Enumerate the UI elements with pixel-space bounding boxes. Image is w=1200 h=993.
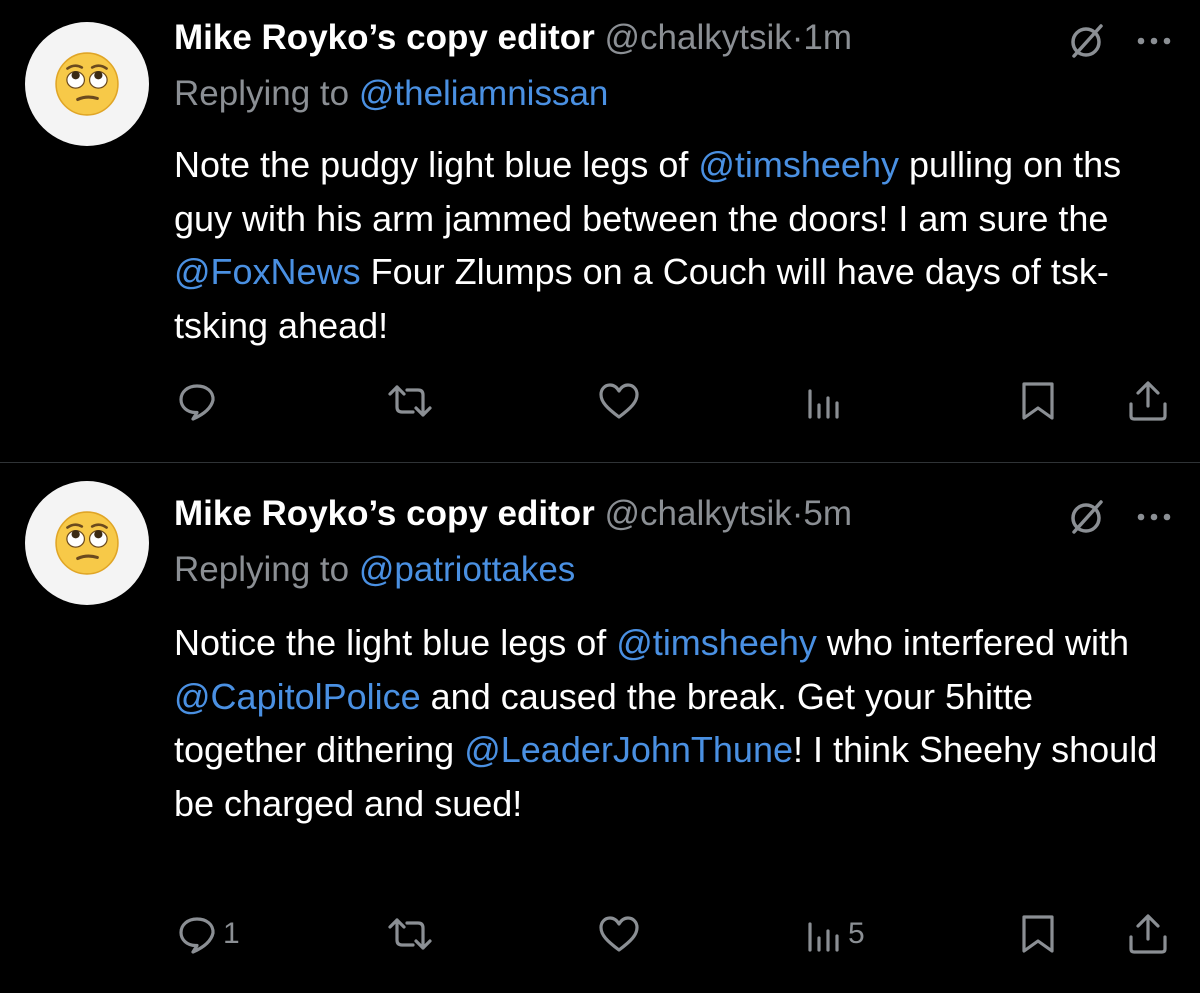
repost-button[interactable] bbox=[386, 912, 440, 956]
reply-icon bbox=[179, 917, 215, 954]
replying-to-line: Replying to @theliamnissan bbox=[174, 72, 608, 116]
face-with-rolling-eyes-emoji bbox=[55, 511, 119, 575]
reply-icon bbox=[179, 384, 215, 421]
bookmark-icon bbox=[1022, 915, 1054, 953]
tweet-actions bbox=[0, 379, 1200, 423]
separator-dot: · bbox=[791, 494, 804, 533]
repost-icon bbox=[388, 918, 432, 950]
views-icon bbox=[808, 389, 839, 419]
tweet-text-segment: Notice the light blue legs of bbox=[174, 622, 617, 663]
avatar[interactable] bbox=[25, 481, 149, 605]
mention-link[interactable]: @timsheehy bbox=[698, 144, 899, 185]
share-icon bbox=[1129, 914, 1167, 954]
tweet-top-icons bbox=[1068, 498, 1172, 536]
tweet-text: Notice the light blue legs of @timsheehy… bbox=[174, 616, 1174, 830]
replying-to-mention[interactable]: @theliamnissan bbox=[359, 74, 609, 113]
timestamp[interactable]: 5m bbox=[803, 494, 852, 533]
views-button[interactable]: 5 bbox=[806, 912, 865, 956]
repost-button[interactable] bbox=[386, 379, 440, 423]
repost-icon bbox=[388, 385, 432, 417]
replying-to-label: Replying to bbox=[174, 550, 350, 589]
view-count: 5 bbox=[848, 917, 865, 950]
separator-dot: · bbox=[791, 18, 804, 57]
replying-to-label: Replying to bbox=[174, 74, 350, 113]
tweet-text: Note the pudgy light blue legs of @timsh… bbox=[174, 138, 1174, 352]
tweet-header: Mike Royko’s copy editor @chalkytsik·1m bbox=[174, 16, 1025, 60]
tweet[interactable]: Mike Royko’s copy editor @chalkytsik·5m … bbox=[0, 463, 1200, 993]
author-handle[interactable]: @chalkytsik bbox=[605, 18, 792, 57]
share-button[interactable] bbox=[1126, 912, 1170, 956]
bookmark-icon bbox=[1022, 382, 1054, 420]
tweet-header: Mike Royko’s copy editor @chalkytsik·5m bbox=[174, 492, 1025, 536]
share-button[interactable] bbox=[1126, 379, 1170, 423]
tweet-text-segment: Note the pudgy light blue legs of bbox=[174, 144, 699, 185]
tweet-top-icons bbox=[1068, 22, 1172, 60]
like-button[interactable] bbox=[597, 379, 647, 423]
heart-icon bbox=[599, 916, 639, 952]
tweet[interactable]: Mike Royko’s copy editor @chalkytsik·1m … bbox=[0, 0, 1200, 462]
mention-link[interactable]: @timsheehy bbox=[616, 622, 817, 663]
tweet-actions: 1 5 bbox=[0, 912, 1200, 956]
author-name[interactable]: Mike Royko’s copy editor bbox=[174, 494, 595, 533]
heart-icon bbox=[599, 383, 639, 419]
tweet-text-segment: who interfered with bbox=[816, 622, 1130, 663]
reply-button[interactable]: 1 bbox=[177, 912, 240, 956]
author-name[interactable]: Mike Royko’s copy editor bbox=[174, 18, 595, 57]
views-icon bbox=[808, 922, 839, 952]
bookmark-button[interactable] bbox=[1018, 912, 1058, 956]
reply-button[interactable] bbox=[177, 379, 223, 423]
timestamp[interactable]: 1m bbox=[803, 18, 852, 57]
mention-link[interactable]: @FoxNews bbox=[174, 251, 361, 292]
face-with-rolling-eyes-emoji bbox=[55, 52, 119, 116]
bookmark-button[interactable] bbox=[1018, 379, 1058, 423]
replying-to-mention[interactable]: @patriottakes bbox=[359, 550, 575, 589]
views-button[interactable] bbox=[806, 379, 848, 423]
share-icon bbox=[1129, 381, 1167, 421]
reply-count: 1 bbox=[223, 917, 240, 950]
more-options-icon[interactable] bbox=[1136, 36, 1172, 46]
avatar[interactable] bbox=[25, 22, 149, 146]
more-options-icon[interactable] bbox=[1136, 512, 1172, 522]
grok-icon[interactable] bbox=[1068, 498, 1106, 536]
grok-icon[interactable] bbox=[1068, 22, 1106, 60]
like-button[interactable] bbox=[597, 912, 647, 956]
replying-to-line: Replying to @patriottakes bbox=[174, 548, 575, 592]
mention-link[interactable]: @LeaderJohnThune bbox=[464, 729, 793, 770]
mention-link[interactable]: @CapitolPolice bbox=[174, 676, 421, 717]
author-handle[interactable]: @chalkytsik bbox=[605, 494, 792, 533]
